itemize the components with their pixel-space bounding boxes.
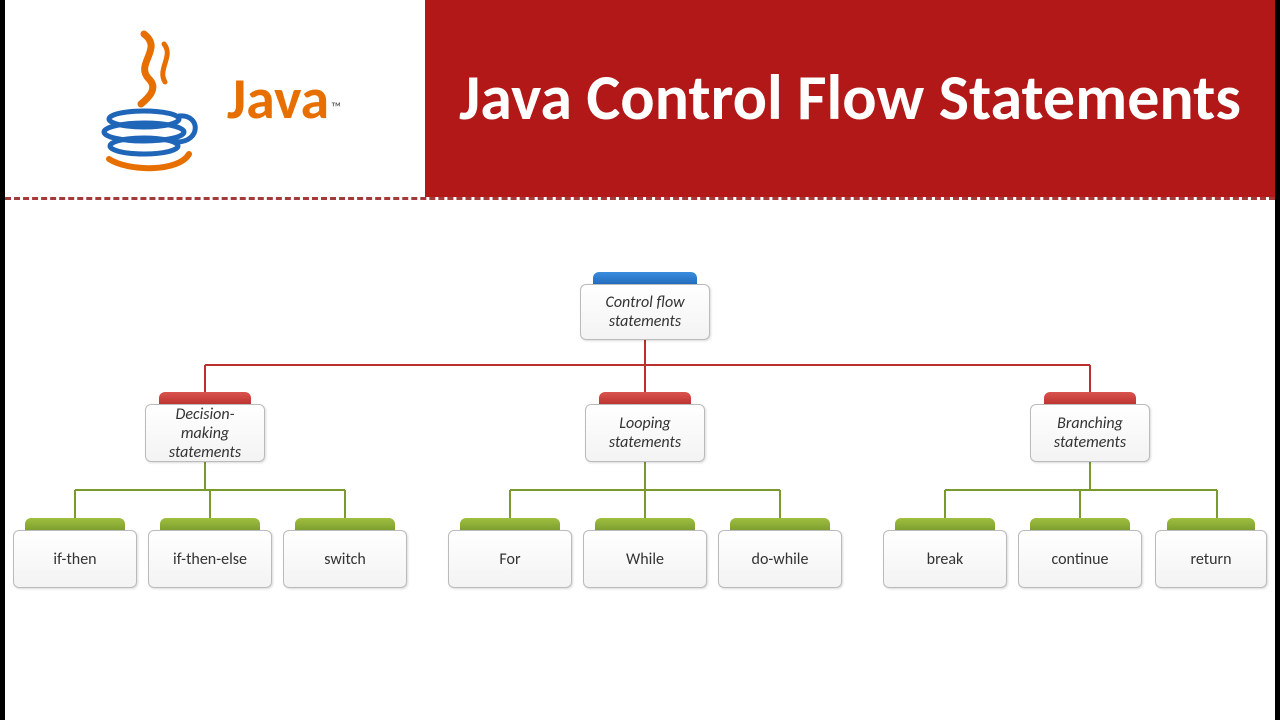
leaf-label-2-2: While: [626, 550, 664, 569]
leaf-label-2-1: For: [499, 550, 520, 569]
branch-label-1: Decision-making statements: [156, 405, 254, 462]
leaf-label-1-2: if-then-else: [173, 550, 247, 569]
root-label: Control flow statements: [591, 293, 699, 331]
title-text: Java Control Flow Statements: [459, 63, 1241, 133]
leaf-label-3-3: return: [1191, 550, 1232, 569]
leaf-node-3-1: break: [883, 530, 1007, 588]
leaf-label-3-2: continue: [1051, 550, 1108, 569]
leaf-label-3-1: break: [927, 550, 964, 569]
title-banner: Java Control Flow Statements: [425, 0, 1275, 197]
branch-node-1: Decision-making statements: [145, 404, 265, 462]
branch-node-2: Looping statements: [585, 404, 705, 462]
leaf-node-1-1: if-then: [13, 530, 137, 588]
leaf-node-3-3: return: [1155, 530, 1267, 588]
leaf-label-1-1: if-then: [53, 550, 96, 569]
branch-label-3: Branching statements: [1041, 414, 1139, 452]
leaf-node-1-3: switch: [283, 530, 407, 588]
slide-frame: Java™ Java Control Flow Statements: [0, 0, 1280, 720]
leaf-label-1-3: switch: [324, 550, 366, 569]
branch-label-2: Looping statements: [596, 414, 694, 452]
diagram-area: Control flow statements Decision-making …: [5, 200, 1275, 710]
logo-text: Java™: [227, 63, 341, 134]
header: Java™ Java Control Flow Statements: [5, 0, 1275, 200]
logo-area: Java™: [5, 0, 425, 197]
branch-node-3: Branching statements: [1030, 404, 1150, 462]
java-logo-icon: [89, 24, 209, 174]
leaf-node-2-3: do-while: [718, 530, 842, 588]
leaf-node-1-2: if-then-else: [148, 530, 272, 588]
leaf-node-2-2: While: [583, 530, 707, 588]
leaf-label-2-3: do-while: [752, 550, 809, 569]
leaf-node-2-1: For: [448, 530, 572, 588]
root-node: Control flow statements: [580, 284, 710, 340]
leaf-node-3-2: continue: [1018, 530, 1142, 588]
